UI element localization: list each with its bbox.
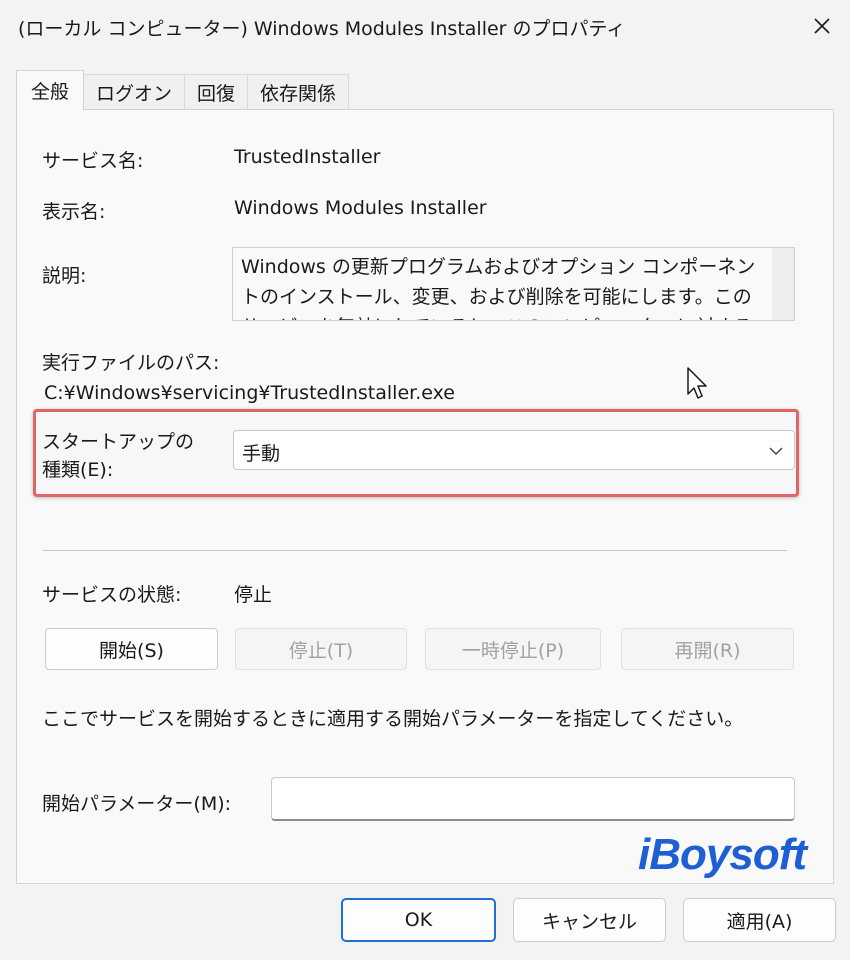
close-button[interactable] <box>794 0 850 52</box>
service-status-label: サービスの状態: <box>42 584 182 606</box>
section-divider <box>43 550 787 551</box>
service-name-label: サービス名: <box>42 150 144 172</box>
start-params-hint: ここでサービスを開始するときに適用する開始パラメーターを指定してください。 <box>42 708 744 730</box>
description-label: 説明: <box>42 265 87 287</box>
title-bar: (ローカル コンピューター) Windows Modules Installer… <box>0 0 850 52</box>
tab-dependencies[interactable]: 依存関係 <box>247 74 350 110</box>
display-name-value: Windows Modules Installer <box>234 197 487 219</box>
tab-logon[interactable]: ログオン <box>83 74 186 110</box>
exe-path-label: 実行ファイルのパス: <box>42 352 220 374</box>
start-params-label: 開始パラメーター(M): <box>42 793 232 815</box>
start-params-input[interactable] <box>271 777 795 821</box>
startup-type-label-line2: 種類(E): <box>42 459 114 481</box>
description-box[interactable]: Windows の更新プログラムおよびオプション コンポーネントのインストール、… <box>232 247 795 321</box>
tab-general[interactable]: 全般 <box>16 70 85 110</box>
window-title: (ローカル コンピューター) Windows Modules Installer… <box>18 18 626 40</box>
mouse-pointer-icon <box>687 367 707 399</box>
startup-type-label-line1: スタートアップの <box>42 431 195 453</box>
service-name-value: TrustedInstaller <box>234 146 381 168</box>
startup-type-label: スタートアップの 種類(E): <box>42 428 194 484</box>
startup-type-select[interactable]: 手動 <box>233 430 795 470</box>
iboysoft-watermark: iBoysoft <box>638 830 807 879</box>
exe-path-value: C:¥Windows¥servicing¥TrustedInstaller.ex… <box>44 382 455 404</box>
display-name-label: 表示名: <box>42 201 106 223</box>
tab-recovery[interactable]: 回復 <box>184 74 249 110</box>
description-scrollbar[interactable] <box>772 248 794 320</box>
resume-button[interactable]: 再開(R) <box>621 628 794 670</box>
pause-button[interactable]: 一時停止(P) <box>425 628 601 670</box>
chevron-down-icon <box>769 447 783 455</box>
ok-button[interactable]: OK <box>341 898 496 942</box>
start-button[interactable]: 開始(S) <box>45 628 218 670</box>
description-text: Windows の更新プログラムおよびオプション コンポーネントのインストール、… <box>241 256 756 320</box>
cancel-button[interactable]: キャンセル <box>513 898 666 942</box>
close-icon <box>814 18 830 34</box>
startup-type-value: 手動 <box>242 443 281 465</box>
tab-bar: 全般 ログオン 回復 依存関係 <box>16 70 350 110</box>
stop-button[interactable]: 停止(T) <box>235 628 407 670</box>
properties-dialog: (ローカル コンピューター) Windows Modules Installer… <box>0 0 850 960</box>
apply-button[interactable]: 適用(A) <box>683 898 836 942</box>
service-status-value: 停止 <box>234 584 273 606</box>
